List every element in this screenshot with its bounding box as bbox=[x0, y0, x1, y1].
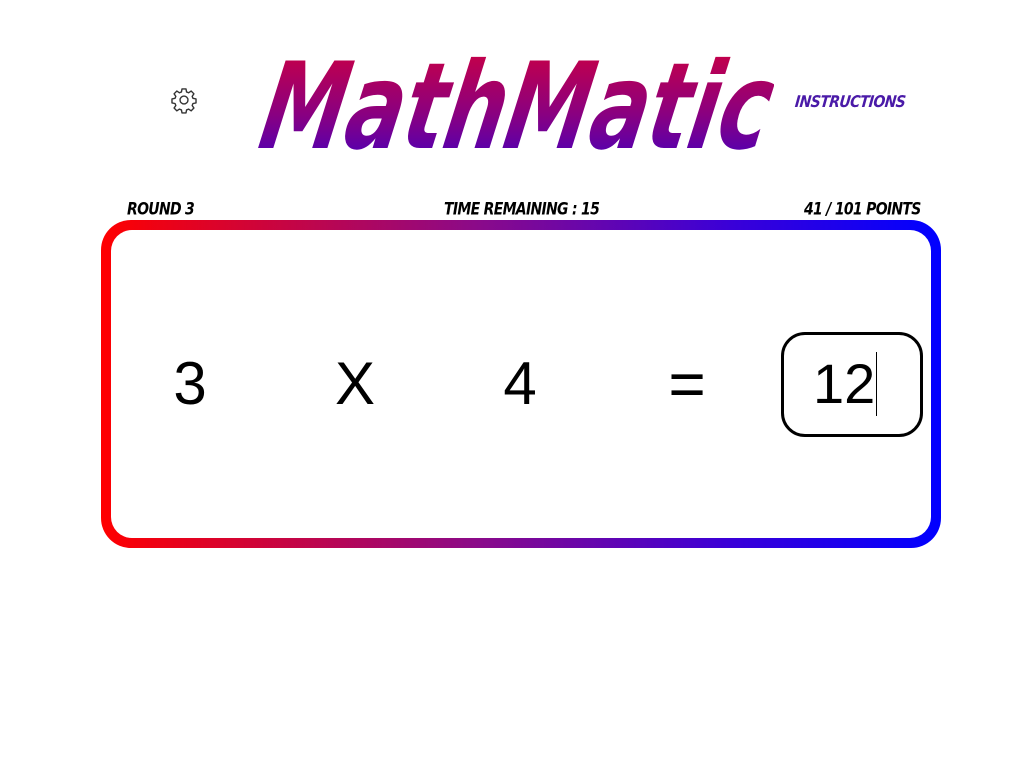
round-indicator: Round 3 bbox=[127, 200, 195, 220]
time-remaining: Time Remaining : 15 bbox=[444, 200, 600, 220]
operator: X bbox=[334, 350, 376, 417]
text-caret bbox=[876, 352, 877, 416]
operand-a: 3 bbox=[173, 350, 207, 417]
equals-sign: = bbox=[668, 348, 706, 420]
answer-input[interactable] bbox=[813, 352, 877, 416]
logo: MathMatic bbox=[254, 36, 774, 156]
logo-text: MathMatic bbox=[254, 37, 774, 156]
points-counter: 41 / 101 Points bbox=[804, 200, 921, 220]
instructions-link[interactable]: Instructions bbox=[794, 93, 906, 111]
settings-button[interactable] bbox=[170, 86, 198, 114]
operand-b: 4 bbox=[503, 350, 537, 417]
gear-icon bbox=[171, 88, 197, 114]
